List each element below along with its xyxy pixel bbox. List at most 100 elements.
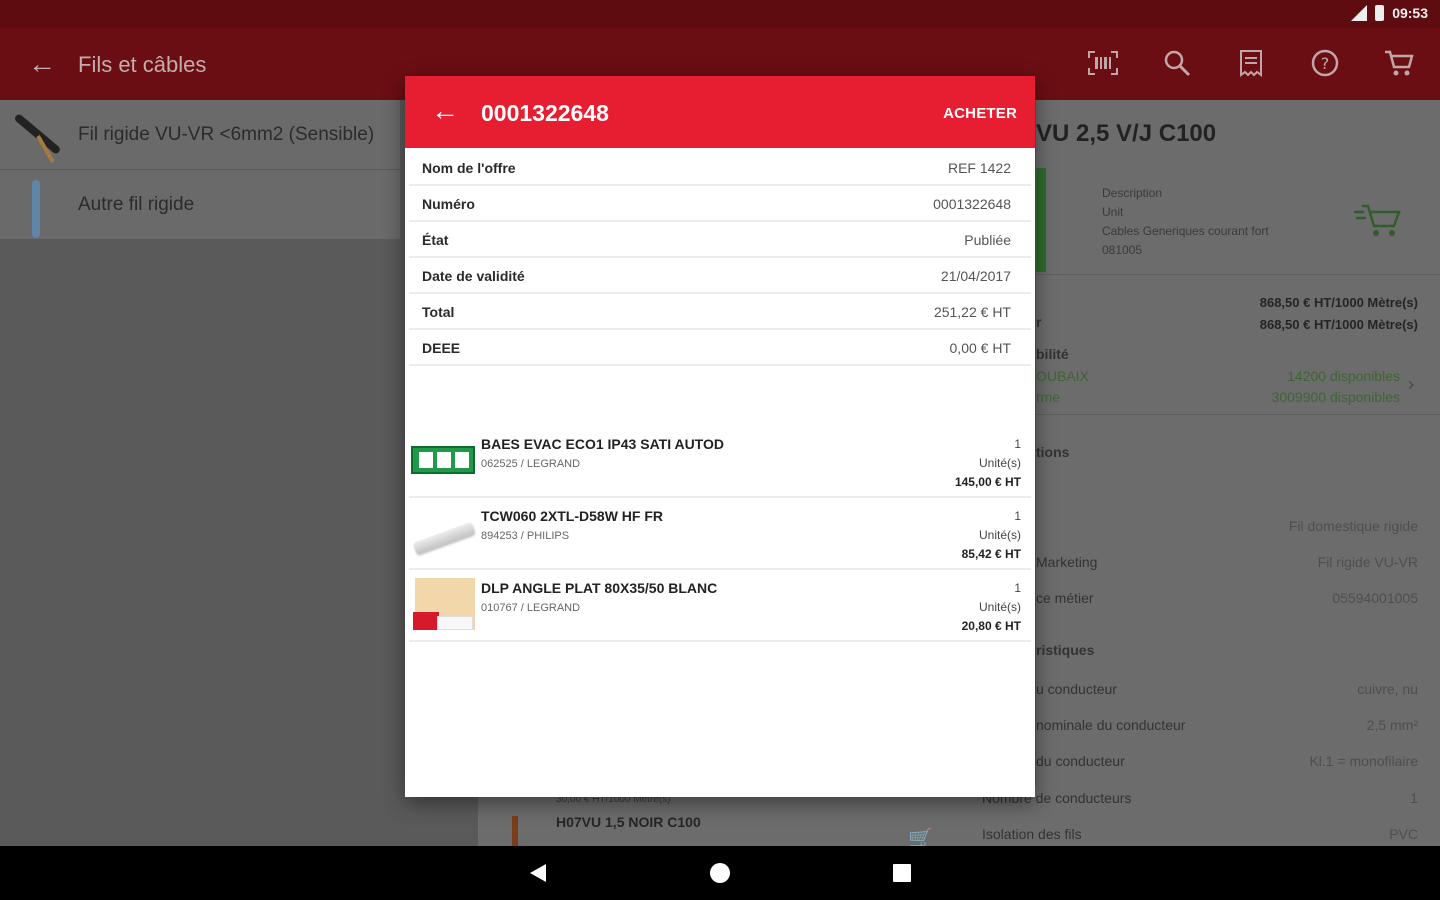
desc-line: Description <box>1102 186 1163 200</box>
product-image <box>1036 168 1046 272</box>
category-list: Fil rigide VU-VR <6mm2 (Sensible) Autre … <box>0 100 400 240</box>
option-value: Fil domestique rigide <box>1288 518 1418 534</box>
app-bar-actions: ? <box>1086 48 1416 78</box>
product-row[interactable]: TCW060 2XTL-D58W HF FR 894253 / PHILIPS … <box>409 498 1031 570</box>
buy-button[interactable]: ACHETER <box>943 105 1017 122</box>
info-key: Nom de l'offre <box>422 160 516 176</box>
category-label: Autre fil rigide <box>78 194 195 215</box>
info-key: Total <box>422 304 455 320</box>
product-name: TCW060 2XTL-D58W HF FR <box>481 508 664 524</box>
stock-locations: OUBAIX rme <box>1036 366 1089 408</box>
category-label: Fil rigide VU-VR <6mm2 (Sensible) <box>78 124 375 145</box>
char-value: 1 <box>1410 790 1418 806</box>
wire-thumbnail <box>10 106 66 164</box>
cart-icon[interactable] <box>1382 48 1416 78</box>
option-label: ce métier <box>1036 590 1094 606</box>
availability-label: bilité <box>1036 346 1069 362</box>
product-title: VU 2,5 V/J C100 <box>1036 120 1217 147</box>
related-product-name: H07VU 1,5 NOIR C100 <box>556 814 701 830</box>
option-value: Fil rigide VU-VR <box>1317 554 1418 570</box>
info-value: REF 1422 <box>947 160 1011 176</box>
offer-number-title: 0001322648 <box>481 100 609 126</box>
stock-quantity: 14200 disponibles <box>1287 368 1400 384</box>
product-quantity: 1 <box>1014 581 1021 595</box>
char-value: PVC <box>1389 826 1418 842</box>
info-row: Date de validité 21/04/2017 <box>409 258 1031 294</box>
wire-thumbnail <box>10 176 66 238</box>
svg-text:?: ? <box>1321 54 1330 73</box>
product-name: BAES EVAC ECO1 IP43 SATI AUTOD <box>481 436 724 452</box>
info-row: Numéro 0001322648 <box>409 186 1031 222</box>
add-to-cart-icon[interactable] <box>1354 198 1404 248</box>
characteristics-heading: ristiques <box>1036 642 1095 658</box>
desc-line: 081005 <box>1102 243 1143 257</box>
product-unit: Unité(s) <box>978 600 1021 614</box>
info-row: Total 251,22 € HT <box>409 294 1031 330</box>
stock-quantities: 14200 disponibles 3009900 disponibles <box>1272 366 1400 408</box>
product-quantity: 1 <box>1014 437 1021 451</box>
system-nav-bar <box>0 846 1440 900</box>
status-bar: 09:53 <box>0 0 1440 28</box>
info-value: Publiée <box>964 232 1011 248</box>
battery-icon <box>1375 5 1385 21</box>
info-value: 251,22 € HT <box>933 304 1011 320</box>
product-row[interactable]: BAES EVAC ECO1 IP43 SATI AUTOD 062525 / … <box>409 426 1031 498</box>
product-price: 20,80 € HT <box>961 619 1021 633</box>
product-name: DLP ANGLE PLAT 80X35/50 BLANC <box>481 580 718 596</box>
product-row[interactable]: DLP ANGLE PLAT 80X35/50 BLANC 010767 / L… <box>409 570 1031 642</box>
offer-product-list: BAES EVAC ECO1 IP43 SATI AUTOD 062525 / … <box>409 426 1031 642</box>
price-block: 868,50 € HT/1000 Mètre(s) 868,50 € HT/10… <box>1260 292 1418 336</box>
info-key: DEEE <box>422 340 461 356</box>
info-row: État Publiée <box>409 222 1031 258</box>
info-value: 21/04/2017 <box>940 268 1011 284</box>
product-ref: 010767 / LEGRAND <box>481 602 581 614</box>
product-price: 85,42 € HT <box>961 547 1021 561</box>
desc-line: Unit <box>1102 205 1124 219</box>
option-value: 05594001005 <box>1332 590 1418 606</box>
exit-sign-image <box>411 434 475 488</box>
option-label: Marketing <box>1036 554 1098 570</box>
nav-recents-icon[interactable] <box>893 864 911 882</box>
info-value: 0,00 € HT <box>949 340 1011 356</box>
angle-piece-image <box>411 578 475 632</box>
product-price: 145,00 € HT <box>954 475 1021 489</box>
options-heading: tions <box>1036 444 1070 460</box>
info-row: Nom de l'offre REF 1422 <box>409 150 1031 186</box>
category-item[interactable]: Fil rigide VU-VR <6mm2 (Sensible) <box>0 100 400 170</box>
chevron-right-icon[interactable]: › <box>1408 374 1414 395</box>
info-key: Numéro <box>422 196 475 212</box>
char-label: Isolation des fils <box>982 826 1082 842</box>
info-key: État <box>422 232 449 248</box>
product-unit: Unité(s) <box>978 456 1021 470</box>
price-label: r <box>1036 314 1042 330</box>
char-value: Kl.1 = monofilaire <box>1309 753 1418 769</box>
barcode-icon[interactable] <box>1086 48 1120 78</box>
stock-location: OUBAIX <box>1036 368 1089 384</box>
receipt-icon[interactable] <box>1234 48 1268 78</box>
category-item[interactable]: Autre fil rigide <box>0 170 400 240</box>
price-line: 868,50 € HT/1000 Mètre(s) <box>1259 295 1418 310</box>
search-icon[interactable] <box>1160 48 1194 78</box>
offer-info-table: Nom de l'offre REF 1422 Numéro 000132264… <box>409 150 1031 366</box>
char-value: 2,5 mm² <box>1366 717 1418 733</box>
info-key: Date de validité <box>422 268 525 284</box>
nav-home-icon[interactable] <box>710 863 730 883</box>
help-icon[interactable]: ? <box>1308 48 1342 78</box>
product-unit: Unité(s) <box>978 528 1021 542</box>
related-product-image <box>512 816 518 846</box>
back-arrow-icon[interactable]: ← <box>28 48 56 80</box>
char-label: u conducteur <box>1036 681 1117 697</box>
status-time: 09:53 <box>1392 5 1428 21</box>
desc-line: Cables Generiques courant fort <box>1102 224 1269 238</box>
back-arrow-icon[interactable]: ← <box>431 96 459 126</box>
char-label: du conducteur <box>1036 753 1125 769</box>
nav-back-icon[interactable] <box>530 864 546 882</box>
stock-quantity: 3009900 disponibles <box>1271 389 1400 405</box>
product-description: Description Unit Cables Generiques coura… <box>1102 184 1269 260</box>
signal-icon <box>1349 5 1368 21</box>
info-value: 0001322648 <box>933 196 1011 212</box>
dialog-header: ← 0001322648 ACHETER <box>405 76 1035 148</box>
lamp-image <box>411 506 476 560</box>
offer-dialog: ← 0001322648 ACHETER Nom de l'offre REF … <box>405 76 1035 797</box>
info-row: DEEE 0,00 € HT <box>409 330 1031 366</box>
